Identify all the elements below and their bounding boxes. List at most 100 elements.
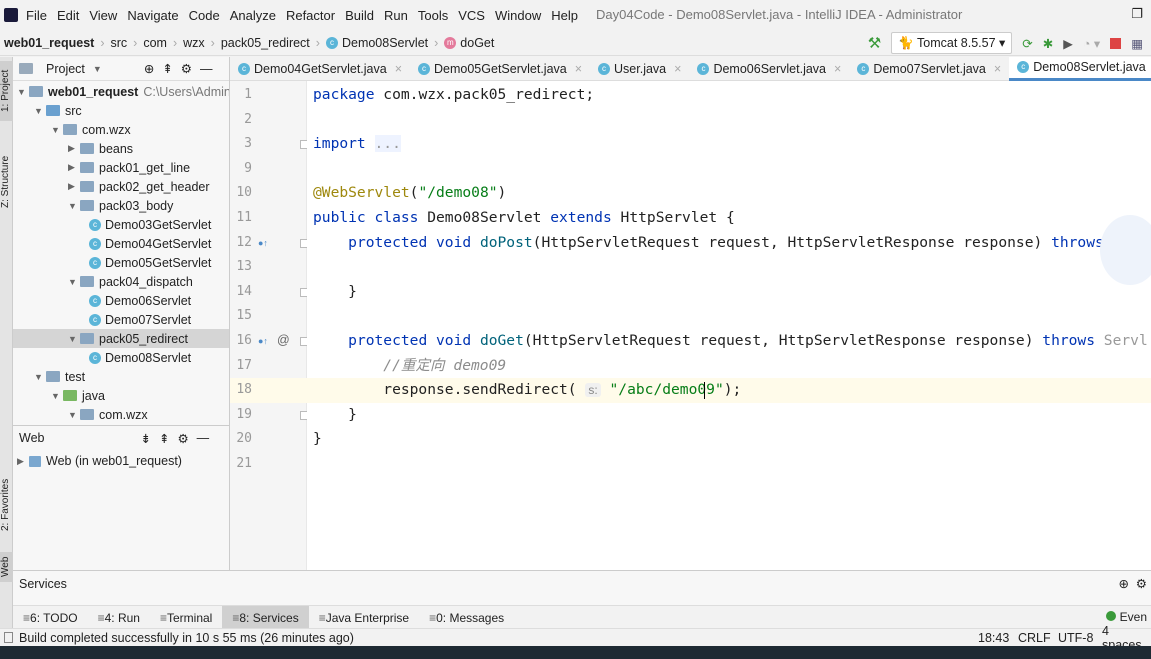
tree-item-demo07servlet[interactable]: c Demo07Servlet [89,310,191,329]
project-view-select[interactable]: Project [46,62,85,76]
menu-tools[interactable]: Tools [418,8,448,23]
code-line[interactable]: @WebServlet("/demo08") [307,181,1151,206]
tab-demo06servlet[interactable]: c Demo06Servlet.java × [689,57,849,81]
tree-item-java[interactable]: ▼ java [51,386,105,405]
tab-user[interactable]: c User.java × [590,57,689,81]
code-line[interactable] [307,452,1151,477]
tool-tab-services[interactable]: ≡ 8: Services [222,605,309,630]
tree-item-demo03getservlet[interactable]: c Demo03GetServlet [89,215,211,234]
close-tab-icon[interactable]: × [575,62,582,76]
tab-project[interactable]: 1: Project [0,61,13,121]
collapse-all-icon[interactable]: ⇞ [159,431,169,446]
collapsed-arrow-icon[interactable]: ▶ [68,181,80,192]
menu-file[interactable]: File [26,8,47,23]
breadcrumb-item[interactable]: pack05_redirect [221,36,310,50]
run-config-select[interactable]: 🐈 Tomcat 8.5.57 ▾ [891,32,1013,54]
floating-assistant-icon[interactable] [1100,215,1151,285]
expanded-arrow-icon[interactable]: ▼ [34,372,46,382]
expanded-arrow-icon[interactable]: ▼ [68,334,80,344]
tree-item-com-wzx[interactable]: ▼ com.wzx [51,120,131,139]
override-marker-icon[interactable]: ●↑ [258,336,268,346]
expanded-arrow-icon[interactable]: ▼ [51,125,63,135]
caret-position[interactable]: 18:43 [978,631,1009,645]
restore-window-icon[interactable]: ❐ [1131,6,1143,22]
settings-gear-icon[interactable]: ⚙ [1136,576,1147,591]
code-line[interactable]: } [307,427,1151,452]
tree-item-demo08servlet[interactable]: c Demo08Servlet [89,348,191,367]
locate-icon[interactable]: ⊕ [144,61,154,76]
collapsed-arrow-icon[interactable]: ▶ [68,143,80,154]
tab-structure[interactable]: Z: Structure [0,147,13,217]
expanded-arrow-icon[interactable]: ▼ [51,391,63,401]
tool-tab-java-enterprise[interactable]: ≡ Java Enterprise [309,606,419,630]
tab-demo04getservlet[interactable]: c Demo04GetServlet.java × [230,57,410,81]
tree-item-demo05getservlet[interactable]: c Demo05GetServlet [89,253,211,272]
code-line[interactable] [307,304,1151,329]
breadcrumb-item[interactable]: wzx [183,36,205,50]
toggle-tool-windows-icon[interactable] [4,632,13,643]
menu-run[interactable]: Run [384,8,408,23]
tree-item-beans[interactable]: ▶ beans [68,139,133,158]
collapse-all-icon[interactable]: ⇞ [162,61,172,76]
tab-favorites[interactable]: 2: Favorites [0,467,13,542]
coverage-icon[interactable]: ▶ [1063,36,1073,51]
breadcrumb-item[interactable]: src [111,36,128,50]
expanded-arrow-icon[interactable]: ▼ [68,277,80,287]
code-line[interactable]: } [307,403,1151,428]
menu-vcs[interactable]: VCS [458,8,485,23]
code-line[interactable]: //重定向 demo09 [307,354,1151,379]
expand-all-icon[interactable]: ⇟ [140,431,150,446]
code-line[interactable]: import ... [307,132,1151,157]
tab-demo05getservlet[interactable]: c Demo05GetServlet.java × [410,57,590,81]
web-tree-item[interactable]: ▶ Web (in web01_request) [13,450,229,468]
breadcrumb-item[interactable]: web01_request [4,36,94,50]
project-structure-icon[interactable]: ▦ [1131,36,1143,51]
menu-view[interactable]: View [89,8,117,23]
expanded-arrow-icon[interactable]: ▼ [17,87,29,97]
close-tab-icon[interactable]: × [395,62,402,76]
menu-edit[interactable]: Edit [57,8,79,23]
menu-code[interactable]: Code [189,8,220,23]
code-line[interactable] [307,255,1151,280]
tree-item-com-wzx[interactable]: ▼ com.wzx [68,405,148,424]
close-tab-icon[interactable]: × [834,62,841,76]
tree-item-pack02-get-header[interactable]: ▶ pack02_get_header [68,177,210,196]
tab-demo07servlet[interactable]: c Demo07Servlet.java × [849,57,1009,81]
tree-item-demo04getservlet[interactable]: c Demo04GetServlet [89,234,211,253]
line-separator[interactable]: CRLF [1018,631,1051,645]
stop-icon[interactable] [1110,37,1122,49]
breadcrumb-item[interactable]: m doGet [444,36,494,50]
tree-item-pack05-redirect[interactable]: ▼ pack05_redirect [13,329,229,348]
code-line[interactable]: protected void doPost(HttpServletRequest… [307,231,1151,256]
tree-item-src[interactable]: ▼ src [34,101,82,120]
menu-build[interactable]: Build [345,8,374,23]
tool-tab-todo[interactable]: ≡ 6: TODO [13,606,88,630]
settings-gear-icon[interactable]: ⚙ [181,61,192,76]
menu-window[interactable]: Window [495,8,541,23]
code-line[interactable]: } [307,280,1151,305]
debug-icon[interactable]: ✱ [1043,36,1053,51]
tab-web[interactable]: Web [0,552,13,582]
tree-item-test[interactable]: ▼ test [34,367,85,386]
code-line[interactable]: response.sendRedirect( s: "/abc/demo09")… [307,378,1151,403]
menu-refactor[interactable]: Refactor [286,8,335,23]
tree-item-demo06servlet[interactable]: c Demo06Servlet [89,291,191,310]
tree-item-web01-request[interactable]: ▼ web01_request C:\Users\Admini [17,82,229,101]
tool-tab-run[interactable]: ≡ 4: Run [88,606,150,630]
tool-tab-messages[interactable]: ≡ 0: Messages [419,606,514,630]
hide-panel-icon[interactable]: — [200,62,213,76]
close-tab-icon[interactable]: × [674,62,681,76]
build-hammer-icon[interactable]: ⚒ [868,34,881,52]
settings-gear-icon[interactable]: ⚙ [177,431,188,446]
locate-icon[interactable]: ⊕ [1119,576,1129,591]
code-line[interactable] [307,108,1151,133]
tab-demo08servlet[interactable]: cDemo08Servlet.java× [1009,56,1151,81]
code-line[interactable]: protected void doGet(HttpServletRequest … [307,329,1151,354]
code-line[interactable]: public class Demo08Servlet extends HttpS… [307,206,1151,231]
tree-item-pack04-dispatch[interactable]: ▼ pack04_dispatch [68,272,193,291]
code-editor[interactable]: package com.wzx.pack05_redirect; import .… [307,81,1151,570]
profile-icon[interactable]: ◔ ▾ [1083,36,1100,51]
menu-help[interactable]: Help [551,8,578,23]
rerun-icon[interactable]: ⟳ [1022,36,1032,51]
file-encoding[interactable]: UTF-8 [1058,631,1093,645]
